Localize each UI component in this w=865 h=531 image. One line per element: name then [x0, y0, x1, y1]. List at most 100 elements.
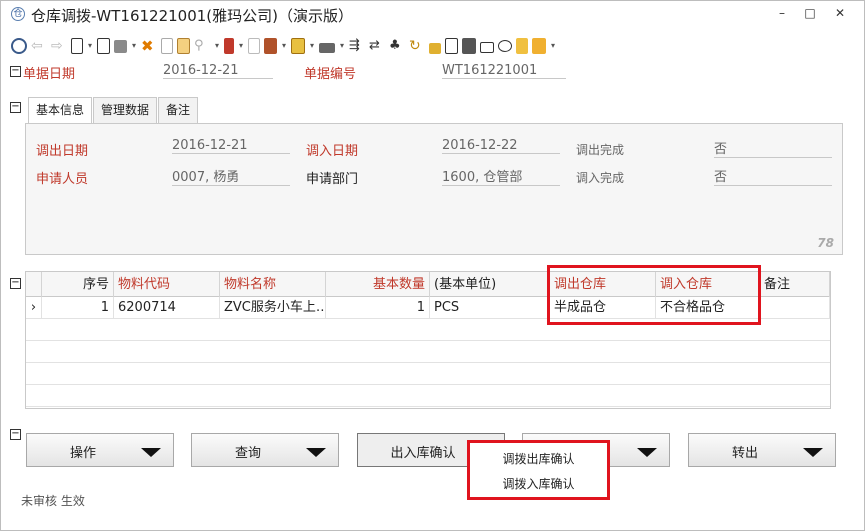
doc-date-field[interactable]: 2016-12-21 — [163, 63, 273, 79]
empty-row[interactable] — [26, 341, 830, 363]
col-material-code[interactable]: 物料代码 — [114, 272, 220, 297]
col-remarks[interactable]: 备注 — [760, 272, 830, 297]
out-done-field[interactable]: 否 — [714, 138, 832, 158]
doc-date-label: 单据日期 — [23, 67, 76, 82]
filter-icon[interactable]: ⇶ — [349, 38, 365, 54]
tab-management-data[interactable]: 管理数据 — [93, 97, 158, 123]
out-done-label: 调出完成 — [576, 143, 625, 157]
keyboard-icon[interactable] — [462, 38, 476, 54]
empty-row[interactable] — [26, 363, 830, 385]
refresh-icon[interactable]: ↻ — [409, 38, 425, 54]
copy-icon[interactable] — [161, 38, 173, 54]
col-material-name[interactable]: 物料名称 — [220, 272, 326, 297]
more-dropdown-icon[interactable]: ▾ — [550, 38, 556, 54]
paste-icon[interactable] — [177, 38, 190, 54]
col-base-qty[interactable]: 基本数量 — [326, 272, 430, 297]
print-dropdown-icon[interactable]: ▾ — [339, 38, 345, 54]
import-dropdown-icon[interactable]: ▾ — [238, 38, 244, 54]
minimize-button[interactable]: – — [771, 6, 793, 22]
tabs-collapse-toggle[interactable]: − — [10, 102, 21, 113]
grid-collapse-toggle[interactable]: − — [10, 278, 21, 289]
row-marker: › — [26, 297, 42, 319]
col-seq[interactable]: 序号 — [42, 272, 114, 297]
query-button[interactable]: 查询 — [191, 433, 339, 467]
col-base-unit[interactable]: (基本单位) — [430, 272, 550, 297]
io-confirm-menu: 调拨出库确认 调拨入库确认 — [467, 440, 610, 500]
link-icon[interactable]: ⚲ — [194, 38, 210, 54]
forward-icon[interactable]: ⇨ — [51, 38, 67, 54]
operate-button-label: 操作 — [69, 446, 96, 461]
export-dropdown-icon[interactable]: ▾ — [281, 38, 287, 54]
query-dropdown-icon — [306, 448, 326, 457]
window-title: 仓库调拨-WT161221001(雅玛公司)（演示版） — [31, 7, 354, 25]
in-date-field[interactable]: 2016-12-22 — [442, 138, 560, 154]
flow-icon[interactable]: ⇄ — [369, 38, 385, 54]
back-icon[interactable]: ⇦ — [31, 38, 47, 54]
in-done-label: 调入完成 — [576, 171, 625, 185]
toolbar: ⇦ ⇨ ▾ ▾ ✖ ⚲ ▾ ▾ ▾ ▾ ▾ ⇶ ⇄ ♣ ↻ ▾ — [11, 35, 711, 57]
out-date-field[interactable]: 2016-12-21 — [172, 138, 290, 154]
basic-info-panel: 调出日期 2016-12-21 调入日期 2016-12-22 调出完成 否 申… — [25, 123, 843, 255]
actions-collapse-toggle[interactable]: − — [10, 429, 21, 440]
import-icon[interactable] — [224, 38, 234, 54]
cell-remarks[interactable] — [760, 297, 830, 319]
save-dropdown-icon[interactable]: ▾ — [131, 38, 137, 54]
delete-icon[interactable]: ✖ — [141, 38, 157, 54]
preview-icon[interactable] — [11, 38, 27, 54]
menu-item-transfer-in-confirm[interactable]: 调拨入库确认 — [470, 474, 607, 494]
menu-item-transfer-out-confirm[interactable]: 调拨出库确认 — [470, 449, 607, 469]
image-icon[interactable] — [291, 38, 305, 54]
note-icon[interactable] — [516, 38, 528, 54]
mail-icon[interactable] — [480, 42, 494, 53]
lock-icon[interactable] — [429, 43, 441, 54]
operate-button[interactable]: 操作 — [26, 433, 174, 467]
header-collapse-toggle[interactable]: − — [10, 66, 21, 77]
title-bar: 仓 仓库调拨-WT161221001(雅玛公司)（演示版） – □ ✕ — [1, 1, 864, 27]
save-icon[interactable] — [114, 39, 127, 53]
app-window: 仓 仓库调拨-WT161221001(雅玛公司)（演示版） – □ ✕ ⇦ ⇨ … — [0, 0, 865, 531]
row-marker-header — [26, 272, 42, 297]
tag-icon[interactable] — [532, 38, 546, 54]
tab-remarks[interactable]: 备注 — [158, 97, 199, 123]
dept-field[interactable]: 1600, 仓管部 — [442, 166, 560, 186]
tab-basic-info[interactable]: 基本信息 — [28, 97, 93, 124]
cell-seq[interactable]: 1 — [42, 297, 114, 319]
doc-number-field[interactable]: WT161221001 — [442, 63, 566, 79]
panel-watermark: 78 — [817, 236, 834, 250]
new-icon[interactable] — [71, 38, 83, 54]
doc-icon[interactable] — [248, 38, 260, 54]
operate-dropdown-icon — [141, 448, 161, 457]
status-text: 未审核 生效 — [21, 494, 85, 508]
doc-number-label: 单据编号 — [304, 67, 357, 82]
cell-base-qty[interactable]: 1 — [326, 297, 430, 319]
cell-base-unit[interactable]: PCS — [430, 297, 550, 319]
link-dropdown-icon[interactable]: ▾ — [214, 38, 220, 54]
chat-icon[interactable] — [498, 40, 512, 52]
cell-material-code[interactable]: 6200714 — [114, 297, 220, 319]
export-icon[interactable] — [264, 38, 277, 54]
image-dropdown-icon[interactable]: ▾ — [309, 38, 315, 54]
close-button[interactable]: ✕ — [829, 6, 851, 22]
transfer-out-button-label: 转出 — [731, 446, 758, 461]
more-dropdown-icon — [637, 448, 657, 457]
new-dropdown-icon[interactable]: ▾ — [87, 38, 93, 54]
warehouse-highlight-box — [547, 265, 761, 325]
edit-icon[interactable] — [97, 38, 110, 54]
maximize-button[interactable]: □ — [799, 6, 821, 22]
app-icon: 仓 — [11, 7, 25, 21]
out-date-label: 调出日期 — [36, 144, 89, 159]
calc-icon[interactable] — [445, 38, 458, 54]
tab-strip: 基本信息 管理数据 备注 — [28, 97, 199, 124]
transfer-out-button[interactable]: 转出 — [688, 433, 836, 467]
tree-icon[interactable]: ♣ — [389, 38, 405, 54]
in-date-label: 调入日期 — [306, 144, 359, 159]
in-done-field[interactable]: 否 — [714, 166, 832, 186]
transfer-out-dropdown-icon — [803, 448, 823, 457]
empty-row[interactable] — [26, 385, 830, 407]
applicant-label: 申请人员 — [36, 172, 89, 187]
cell-material-name[interactable]: ZVC服务小车上… — [220, 297, 326, 319]
print-icon[interactable] — [319, 43, 335, 53]
applicant-field[interactable]: 0007, 杨勇 — [172, 166, 290, 186]
dept-label: 申请部门 — [306, 172, 359, 187]
query-button-label: 查询 — [234, 446, 261, 461]
